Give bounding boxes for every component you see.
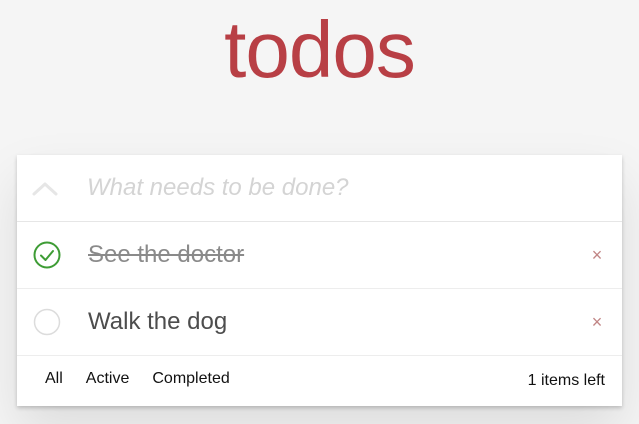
todo-item: See the doctor × (17, 222, 622, 289)
chevron-down-icon (32, 182, 58, 196)
items-left-count: 1 items left (527, 372, 605, 389)
empty-circle-icon[interactable] (32, 307, 62, 337)
check-circle-icon[interactable] (32, 240, 62, 270)
toggle-all-button[interactable] (27, 171, 63, 205)
filter-active[interactable]: Active (78, 369, 138, 389)
new-todo-input[interactable] (87, 171, 597, 205)
todo-footer: All Active Completed 1 items left (17, 356, 622, 406)
todo-label[interactable]: Walk the dog (88, 306, 227, 338)
close-icon[interactable]: × (590, 244, 604, 266)
filter-completed[interactable]: Completed (144, 369, 237, 389)
filter-all[interactable]: All (37, 369, 71, 389)
todo-app: See the doctor × Walk the dog × All Acti… (17, 155, 622, 406)
todo-label[interactable]: See the doctor (88, 239, 244, 271)
filter-list: All Active Completed (37, 369, 245, 389)
new-todo-row (17, 155, 622, 222)
todo-item: Walk the dog × (17, 289, 622, 356)
app-title: todos (224, 5, 416, 94)
close-icon[interactable]: × (590, 311, 604, 333)
